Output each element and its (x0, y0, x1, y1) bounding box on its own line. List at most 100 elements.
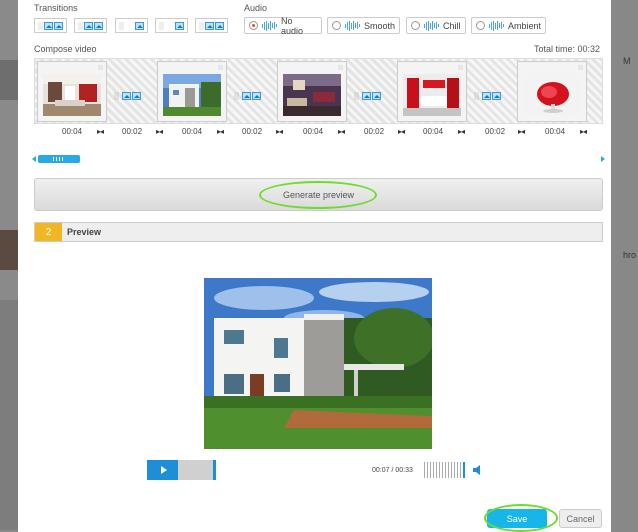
scroll-right-icon[interactable] (601, 156, 605, 162)
transition-duration[interactable]: 00:02 (242, 127, 262, 136)
transition-duration[interactable]: 00:02 (485, 127, 505, 136)
audio-option-smooth[interactable]: Smooth (327, 17, 400, 34)
audio-option-label: Smooth (363, 20, 395, 31)
audio-option-chill[interactable]: Chill (406, 17, 466, 34)
audio-option-no-audio[interactable]: No audio (244, 15, 322, 36)
clip-thumbnail-white-house-exterior (163, 74, 221, 116)
image-icon (94, 21, 103, 30)
image-icon (54, 21, 63, 30)
clip-thumbnail-red-chair (523, 74, 581, 116)
step-badge: 2 (35, 223, 62, 241)
player-time-readout: 00:07 / 00:33 (372, 467, 413, 474)
drag-handle-icon[interactable] (578, 65, 583, 70)
backdrop-text-top: M (623, 56, 631, 66)
volume-icon[interactable] (473, 465, 483, 475)
radio-unselected[interactable] (411, 21, 420, 30)
trim-icon[interactable]: ▸◂ (398, 127, 405, 136)
clip-duration[interactable]: 00:04 (182, 127, 202, 136)
audio-option-label: Chill (443, 20, 461, 31)
audio-option-label: No audio (281, 15, 304, 36)
audio-option-ambient[interactable]: Ambient (471, 17, 546, 34)
trim-icon[interactable]: ▸◂ (458, 127, 465, 136)
waveform-icon (488, 20, 504, 31)
transition-option-2[interactable] (74, 18, 107, 33)
transition-option-3[interactable] (115, 18, 148, 33)
preview-title: Preview (67, 227, 102, 237)
radio-unselected[interactable] (476, 21, 485, 30)
trim-icon[interactable]: ▸◂ (518, 127, 525, 136)
trim-icon[interactable]: ▸◂ (580, 127, 587, 136)
image-icon (492, 92, 501, 100)
trim-icon[interactable]: ▸◂ (97, 127, 104, 136)
scrollbar-thumb[interactable] (38, 155, 80, 163)
highlight-ring (259, 181, 377, 209)
current-time: 00:07 (372, 467, 390, 474)
image-icon (122, 92, 131, 100)
cross-icon (205, 21, 214, 30)
split-icon (135, 21, 144, 30)
radio-selected[interactable] (249, 21, 258, 30)
backdrop-text-mid: hro (623, 250, 637, 260)
transition-duration[interactable]: 00:02 (364, 127, 384, 136)
trim-icon[interactable]: ▸◂ (156, 127, 163, 136)
waveform-icon (262, 20, 277, 31)
player-progress-bar[interactable] (147, 460, 216, 480)
timeline-clip[interactable] (397, 61, 467, 122)
play-button[interactable] (147, 460, 178, 480)
scroll-left-icon[interactable] (32, 156, 36, 162)
waveform-icon (344, 20, 360, 31)
transition-duration[interactable]: 00:02 (122, 127, 142, 136)
drag-handle-icon[interactable] (218, 65, 223, 70)
audio-option-label: Ambient (507, 20, 541, 31)
clip-duration[interactable]: 00:04 (303, 127, 323, 136)
waveform-icon (424, 20, 439, 31)
clip-duration[interactable]: 00:04 (62, 127, 82, 136)
image-icon (482, 92, 491, 100)
zoom-icon (175, 21, 184, 30)
transitions-label: Transitions (34, 3, 78, 13)
total-time: Total time: 00:32 (534, 44, 600, 54)
clip-thumbnail-red-kitchen (403, 74, 461, 116)
transition-option-5[interactable] (195, 18, 228, 33)
transition-option-4[interactable] (155, 18, 188, 33)
image-icon (372, 92, 381, 100)
preview-section-header: 2 Preview (34, 222, 603, 242)
trim-icon[interactable]: ▸◂ (217, 127, 224, 136)
total-time-value: 00:32 (577, 44, 601, 54)
trim-icon[interactable]: ▸◂ (338, 127, 345, 136)
highlight-ring (484, 504, 558, 532)
video-timeline[interactable] (34, 58, 603, 124)
cancel-button[interactable]: Cancel (559, 509, 602, 528)
clip-duration[interactable]: 00:04 (423, 127, 443, 136)
image-icon (84, 21, 93, 30)
video-composer-modal: Transitions Audio No audio Smooth Chill … (18, 0, 611, 532)
timeline-scrollbar[interactable] (32, 155, 605, 163)
image-icon (132, 92, 141, 100)
image-icon (362, 92, 371, 100)
backdrop-left (0, 0, 18, 532)
timeline-transition[interactable] (472, 89, 505, 103)
timeline-clip[interactable] (277, 61, 347, 122)
timeline-transition[interactable] (232, 89, 265, 103)
compose-video-label: Compose video (34, 44, 97, 54)
preview-video-frame (204, 278, 432, 449)
drag-handle-icon[interactable] (338, 65, 343, 70)
image-icon (242, 92, 251, 100)
timeline-clip[interactable] (157, 61, 227, 122)
drag-handle-icon[interactable] (98, 65, 103, 70)
progress-handle[interactable] (213, 460, 216, 480)
timeline-transition[interactable] (352, 89, 385, 103)
audio-label: Audio (244, 3, 268, 13)
radio-unselected[interactable] (332, 21, 341, 30)
timeline-clip[interactable] (37, 61, 107, 122)
backdrop-right: M hro (611, 0, 638, 532)
clip-duration[interactable]: 00:04 (545, 127, 565, 136)
timeline-transition[interactable] (112, 89, 145, 103)
drag-handle-icon[interactable] (458, 65, 463, 70)
total-duration: 00:33 (395, 467, 413, 474)
clip-thumbnail-purple-lounge (283, 74, 341, 116)
timeline-clip[interactable] (517, 61, 587, 122)
transition-option-1[interactable] (34, 18, 67, 33)
trim-icon[interactable]: ▸◂ (276, 127, 283, 136)
clip-thumbnail-interior-living-room (43, 74, 101, 116)
